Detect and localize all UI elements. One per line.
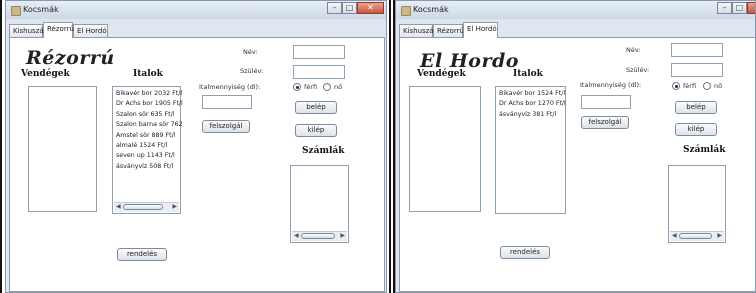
list-item[interactable]: Amstel sör 889 Ft/l [116, 131, 183, 141]
bills-hscrollbar[interactable]: ◀ ▶ [292, 231, 347, 241]
name-input[interactable] [671, 43, 723, 57]
app-icon [401, 6, 411, 16]
bills-hscrollbar[interactable]: ◀ ▶ [670, 231, 724, 241]
birth-year-input[interactable] [293, 65, 345, 79]
tab-el-hordo[interactable]: El Hordó [73, 24, 108, 37]
tab-kishuszar[interactable]: Kishuszár [9, 24, 47, 37]
female-radio-label: nő [334, 83, 343, 91]
drinks-hscrollbar[interactable]: ◀ ▶ [114, 202, 179, 212]
guests-list[interactable] [28, 86, 97, 212]
tab-panel: El Hordo Vendégek Italok Bikavér bor 152… [399, 37, 755, 292]
scroll-thumb[interactable] [679, 233, 712, 239]
drinks-list-items: Bikavér bor 1524 Ft/l Dr Achs bor 1270 F… [499, 89, 566, 120]
guests-label: Vendégek [21, 69, 70, 79]
drinks-label: Italok [513, 69, 543, 79]
window-el-hordo: Kocsmák – □ ✕ Kishuszár Rézorrú El Hordó… [395, 0, 756, 293]
list-item[interactable]: Bikavér bor 2032 Ft/l [116, 89, 183, 99]
female-radio-label: nő [714, 82, 723, 90]
bills-list[interactable]: ◀ ▶ [668, 165, 726, 243]
tab-panel: Rézorrú Vendégek Italok Bikavér bor 2032… [9, 37, 385, 292]
male-radio-label: férfi [304, 83, 318, 91]
exit-button[interactable]: kilép [295, 124, 337, 137]
female-radio[interactable] [703, 82, 711, 90]
tab-rezorru[interactable]: Rézorrú [433, 24, 464, 37]
scroll-left-icon[interactable]: ◀ [294, 233, 299, 239]
drinks-list[interactable]: Bikavér bor 2032 Ft/l Dr Achs bor 1905 F… [112, 86, 183, 214]
drinks-label: Italok [133, 69, 163, 79]
screen-edge-left [0, 0, 2, 293]
exit-button[interactable]: kilép [675, 123, 717, 136]
list-item[interactable]: Dr Achs bor 1905 Ft/l [116, 99, 183, 109]
list-item[interactable]: Bikavér bor 1524 Ft/l [499, 89, 566, 99]
name-label: Név: [243, 48, 258, 56]
list-item[interactable]: ásványvíz 381 Ft/l [499, 110, 566, 120]
scroll-right-icon[interactable]: ▶ [172, 204, 177, 210]
screen-divider [389, 0, 391, 293]
amount-label: Italmennyiség (dl): [199, 83, 261, 91]
close-button[interactable]: ✕ [747, 2, 755, 14]
app-icon [11, 6, 21, 16]
drinks-list[interactable]: Bikavér bor 1524 Ft/l Dr Achs bor 1270 F… [495, 86, 566, 214]
list-item[interactable]: almalé 1524 Ft/l [116, 141, 183, 151]
scroll-left-icon[interactable]: ◀ [116, 204, 121, 210]
birth-year-label: Szülév: [240, 67, 264, 75]
order-button[interactable]: rendelés [500, 246, 550, 259]
serve-button[interactable]: felszolgál [581, 116, 629, 129]
window-title: Kocsmák [23, 5, 59, 14]
order-button[interactable]: rendelés [117, 248, 167, 261]
maximize-button[interactable]: □ [342, 2, 357, 14]
name-input[interactable] [293, 45, 345, 59]
title-bar: Kocsmák – □ ✕ [396, 1, 755, 19]
bills-label: Számlák [302, 146, 345, 156]
list-item[interactable]: Szalon sör 635 Ft/l [116, 110, 183, 120]
tab-el-hordo[interactable]: El Hordó [463, 22, 498, 38]
bills-list[interactable]: ◀ ▶ [290, 165, 349, 243]
drinks-list-items: Bikavér bor 2032 Ft/l Dr Achs bor 1905 F… [116, 89, 183, 172]
minimize-button[interactable]: – [717, 2, 732, 14]
scroll-right-icon[interactable]: ▶ [340, 233, 345, 239]
scroll-thumb[interactable] [123, 204, 163, 210]
list-item[interactable]: seven up 1143 Ft/l [116, 151, 183, 161]
pub-title: Rézorrú [26, 47, 115, 69]
male-radio[interactable] [672, 82, 680, 90]
window-title: Kocsmák [413, 5, 449, 14]
tab-rezorru[interactable]: Rézorrú [43, 22, 74, 38]
amount-label: Italmennyiség (dl): [580, 81, 642, 89]
maximize-button[interactable]: □ [732, 2, 747, 14]
window-rezorru: Kocsmák – □ ✕ Kishuszár Rézorrú El Hordó… [5, 0, 387, 293]
scroll-right-icon[interactable]: ▶ [717, 233, 722, 239]
amount-input[interactable] [581, 95, 631, 109]
guests-list[interactable] [409, 86, 481, 212]
male-radio-label: férfi [683, 82, 697, 90]
scroll-thumb[interactable] [301, 233, 335, 239]
list-item[interactable]: Dr Achs bor 1270 Ft/l [499, 99, 566, 109]
birth-year-label: Szülév: [626, 66, 650, 74]
title-bar: Kocsmák – □ ✕ [6, 1, 386, 19]
enter-button[interactable]: belép [295, 101, 337, 114]
list-item[interactable]: ásványvíz 508 Ft/l [116, 162, 183, 172]
tab-kishuszar[interactable]: Kishuszár [399, 24, 437, 37]
list-item[interactable]: Szalon barna sör 762 [116, 120, 183, 130]
minimize-button[interactable]: – [327, 2, 342, 14]
bills-label: Számlák [683, 145, 726, 155]
scroll-left-icon[interactable]: ◀ [672, 233, 677, 239]
amount-input[interactable] [202, 95, 252, 109]
serve-button[interactable]: felszolgál [202, 120, 250, 133]
male-radio[interactable] [293, 83, 301, 91]
birth-year-input[interactable] [671, 63, 723, 77]
enter-button[interactable]: belép [675, 101, 717, 114]
guests-label: Vendégek [417, 69, 466, 79]
name-label: Név: [626, 46, 641, 54]
close-button[interactable]: ✕ [357, 2, 384, 14]
female-radio[interactable] [323, 83, 331, 91]
